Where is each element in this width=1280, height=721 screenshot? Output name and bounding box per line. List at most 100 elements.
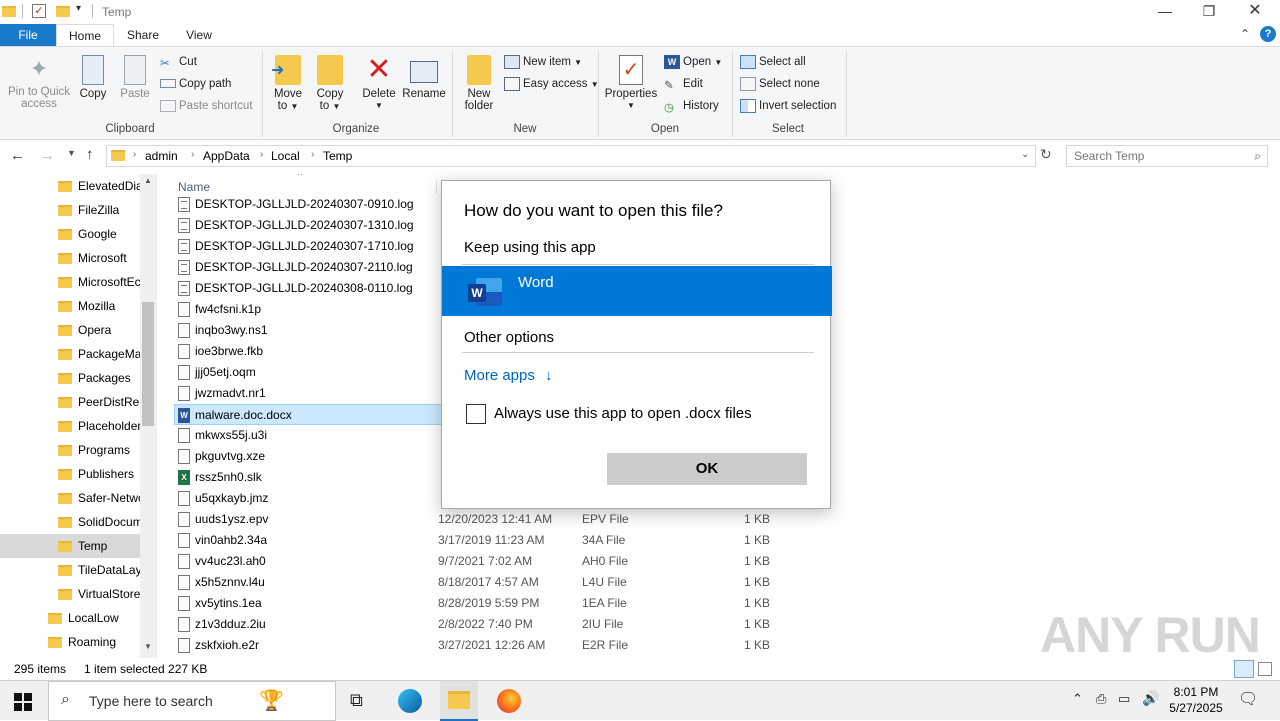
easy-access-button[interactable]: Easy access ▼ bbox=[504, 75, 599, 93]
new-item-button[interactable]: New item ▼ bbox=[504, 53, 582, 71]
folder-icon bbox=[58, 589, 72, 601]
delete-button[interactable]: ✕ Delete ▼ bbox=[360, 55, 398, 112]
address-box[interactable]: › admin › AppData › Local › Temp ⌄ bbox=[106, 145, 1036, 167]
paste-button[interactable]: Paste bbox=[118, 55, 152, 100]
scroll-up-icon[interactable]: ▲ bbox=[144, 176, 152, 185]
tab-view[interactable]: View bbox=[176, 24, 222, 46]
nav-item[interactable]: Programs bbox=[0, 438, 140, 462]
ribbon-tabs: File Home Share View ⌃ ? bbox=[0, 24, 1280, 47]
always-use-label[interactable]: Always use this app to open .docx files bbox=[494, 405, 752, 422]
nav-item[interactable]: Safer-Netwo bbox=[0, 486, 140, 510]
file-name-cell: DESKTOP-JGLLJLD-20240307-2110.log bbox=[178, 257, 413, 278]
pin-to-quick-access-button[interactable]: ✦ Pin to Quick access bbox=[4, 55, 74, 110]
ok-button[interactable]: OK bbox=[607, 453, 807, 485]
copy-button[interactable]: Copy bbox=[76, 55, 110, 100]
close-button[interactable]: ✕ bbox=[1232, 0, 1278, 24]
breadcrumb-appdata[interactable]: AppData bbox=[203, 149, 250, 163]
nav-scrollbar[interactable]: ▲ ▼ bbox=[140, 174, 157, 658]
file-row[interactable]: malware.doc.docx bbox=[174, 404, 442, 425]
new-folder-button[interactable]: New folder bbox=[460, 55, 498, 112]
nav-item[interactable]: Opera bbox=[0, 318, 140, 342]
edit-button[interactable]: ✎ Edit bbox=[664, 75, 703, 93]
open-button[interactable]: W Open ▼ bbox=[664, 53, 722, 71]
taskbar-search-box[interactable]: ⌕ Type here to search 🏆 bbox=[48, 681, 336, 721]
nav-item[interactable]: LocalLow bbox=[0, 606, 140, 630]
network-icon[interactable]: ⎙ bbox=[1096, 691, 1106, 707]
nav-item[interactable]: Packages bbox=[0, 366, 140, 390]
nav-item[interactable]: PeerDistRep bbox=[0, 390, 140, 414]
volume-icon[interactable]: 🔊 bbox=[1142, 690, 1159, 707]
recent-locations-icon[interactable]: ▼ bbox=[67, 148, 76, 158]
select-all-button[interactable]: Select all bbox=[740, 53, 806, 71]
nav-item[interactable]: Microsoft bbox=[0, 246, 140, 270]
column-header-name[interactable]: Name bbox=[178, 180, 210, 194]
file-row[interactable]: vin0ahb2.34a 3/17/2019 11:23 AM 34A File 1 … bbox=[172, 530, 1265, 551]
copy-path-button[interactable]: Copy path bbox=[160, 75, 231, 93]
nav-item[interactable]: SolidDocum bbox=[0, 510, 140, 534]
nav-item[interactable]: PackageMa bbox=[0, 342, 140, 366]
task-view-icon[interactable]: ⧉ bbox=[350, 690, 363, 711]
breadcrumb-local[interactable]: Local bbox=[271, 149, 300, 163]
properties-quick-icon[interactable]: ✓ bbox=[32, 4, 46, 18]
tray-expand-icon[interactable]: ⌃ bbox=[1072, 691, 1083, 707]
breadcrumb-chevron-icon[interactable]: › bbox=[133, 149, 136, 160]
paste-shortcut-button[interactable]: Paste shortcut bbox=[160, 97, 253, 115]
file-type: E2R File bbox=[582, 638, 629, 652]
breadcrumb-temp[interactable]: Temp bbox=[323, 149, 352, 163]
properties-button[interactable]: ✓ Properties ▼ bbox=[602, 55, 660, 112]
history-button[interactable]: ◷ History bbox=[664, 97, 719, 115]
help-icon[interactable]: ? bbox=[1260, 26, 1276, 42]
nav-scroll-thumb[interactable] bbox=[142, 302, 154, 426]
nav-item[interactable]: MicrosoftEc bbox=[0, 270, 140, 294]
more-apps-link[interactable]: More apps ↓ bbox=[464, 367, 553, 384]
forward-icon[interactable]: → bbox=[40, 147, 55, 164]
file-explorer-taskbar-button[interactable] bbox=[440, 681, 478, 721]
refresh-icon[interactable]: ↻ bbox=[1040, 146, 1052, 163]
nav-item[interactable]: Publishers bbox=[0, 462, 140, 486]
select-none-button[interactable]: Select none bbox=[740, 75, 820, 93]
cut-button[interactable]: ✂ Cut bbox=[160, 53, 197, 71]
nav-item[interactable]: TileDataLay bbox=[0, 558, 140, 582]
back-icon[interactable]: ← bbox=[10, 147, 25, 164]
always-use-checkbox[interactable] bbox=[466, 404, 486, 424]
minimize-button[interactable]: — bbox=[1142, 0, 1188, 24]
large-icons-view-icon[interactable] bbox=[1258, 662, 1272, 676]
scroll-down-icon[interactable]: ▼ bbox=[144, 642, 152, 651]
search-input[interactable]: Search Temp ⌕ bbox=[1066, 145, 1268, 167]
breadcrumb-chevron-icon[interactable]: › bbox=[260, 149, 263, 160]
new-folder-quick-icon[interactable] bbox=[56, 6, 70, 17]
clock[interactable]: 8:01 PM 5/27/2025 bbox=[1166, 684, 1226, 716]
breadcrumb-admin[interactable]: admin bbox=[145, 149, 178, 163]
breadcrumb-chevron-icon[interactable]: › bbox=[311, 149, 314, 160]
nav-item[interactable]: Google bbox=[0, 222, 140, 246]
customize-quick-access-icon[interactable]: ▾ bbox=[76, 3, 81, 14]
nav-item[interactable]: Placeholder bbox=[0, 414, 140, 438]
nav-item[interactable]: Mozilla bbox=[0, 294, 140, 318]
maximize-button[interactable]: ❐ bbox=[1186, 0, 1232, 24]
tab-home[interactable]: Home bbox=[56, 24, 114, 47]
windows-start-icon[interactable] bbox=[14, 693, 32, 711]
nav-item[interactable]: ElevatedDia bbox=[0, 174, 140, 198]
invert-selection-button[interactable]: Invert selection bbox=[740, 97, 836, 115]
firefox-icon[interactable] bbox=[497, 689, 521, 713]
up-icon[interactable]: ↑ bbox=[86, 146, 94, 163]
display-icon[interactable]: ▭ bbox=[1118, 691, 1130, 707]
tab-file[interactable]: File bbox=[0, 24, 56, 46]
file-row[interactable]: x5h5znnv.l4u 8/18/2017 4:57 AM L4U File 1 K… bbox=[172, 572, 1265, 593]
nav-item[interactable]: Temp bbox=[0, 534, 140, 558]
notifications-icon[interactable]: 🗨 bbox=[1238, 689, 1258, 709]
file-row[interactable]: uuds1ysz.epv 12/20/2023 12:41 AM EPV File 1… bbox=[172, 509, 1265, 530]
collapse-ribbon-icon[interactable]: ⌃ bbox=[1240, 27, 1250, 41]
file-row[interactable]: vv4uc23l.ah0 9/7/2021 7:02 AM AH0 File 1 KB bbox=[172, 551, 1265, 572]
nav-item[interactable]: FileZilla bbox=[0, 198, 140, 222]
nav-item[interactable]: Roaming bbox=[0, 630, 140, 654]
move-to-button[interactable]: ➜ Move to ▼ bbox=[270, 55, 306, 113]
nav-item[interactable]: VirtualStore bbox=[0, 582, 140, 606]
breadcrumb-chevron-icon[interactable]: › bbox=[191, 149, 194, 160]
tab-share[interactable]: Share bbox=[120, 24, 166, 46]
word-app-option[interactable]: W Word bbox=[442, 266, 832, 316]
edge-icon[interactable] bbox=[398, 689, 422, 713]
address-dropdown-icon[interactable]: ⌄ bbox=[1021, 149, 1029, 160]
rename-button[interactable]: Rename bbox=[402, 55, 446, 100]
copy-to-button[interactable]: Copy to ▼ bbox=[312, 55, 348, 113]
